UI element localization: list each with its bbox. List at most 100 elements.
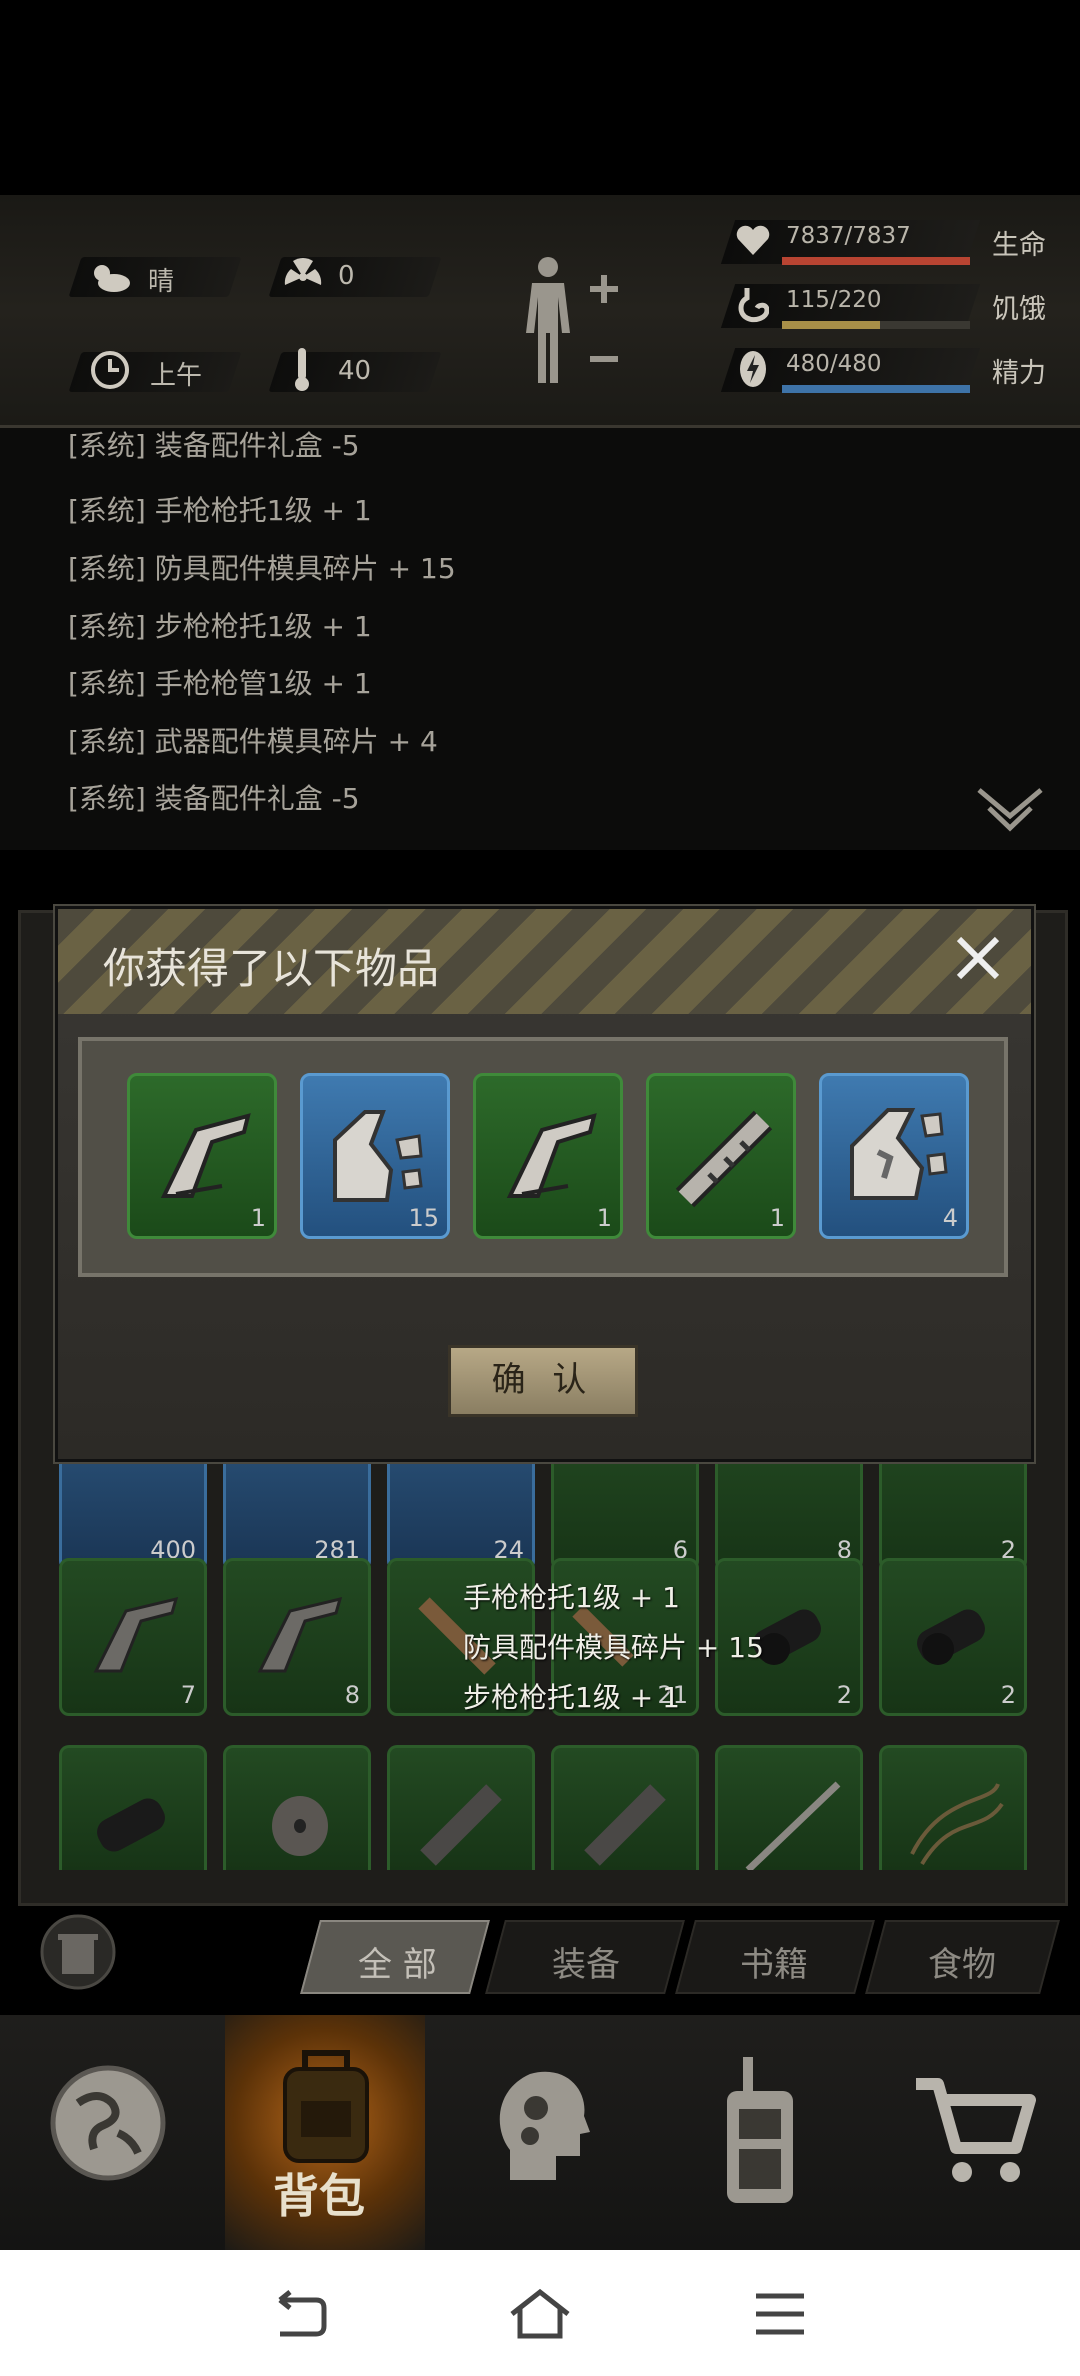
toast-line: 防具配件模具碎片 + 15 <box>463 1631 764 1664</box>
item-count: 2 <box>1000 1681 1016 1709</box>
temperature-value: 40 <box>338 356 372 386</box>
body-status-icon[interactable] <box>518 253 628 393</box>
item-count: 1 <box>250 1204 266 1232</box>
bottom-nav: 背包 <box>0 2015 1080 2250</box>
expand-log-icon[interactable] <box>975 786 1045 836</box>
hunger-label: 饥饿 <box>992 294 1046 325</box>
weapon-fragment-icon <box>850 1108 948 1200</box>
stock-icon <box>257 1596 343 1673</box>
armor-fragment-icon <box>333 1110 423 1202</box>
energy-fill <box>782 385 970 393</box>
barrel-icon <box>584 1784 666 1866</box>
globe-icon <box>50 2065 166 2181</box>
item-count: 2 <box>836 1681 852 1709</box>
inventory-slot[interactable] <box>715 1745 863 1873</box>
health-track <box>782 257 970 265</box>
tab-books-label: 书籍 <box>740 1945 808 1985</box>
item-count: 1 <box>596 1204 612 1232</box>
item-count: 8 <box>344 1681 360 1709</box>
hunger-track <box>782 321 970 329</box>
home-icon[interactable] <box>508 2288 572 2340</box>
nav-shop[interactable] <box>865 2015 1080 2250</box>
item-count: 1 <box>769 1204 785 1232</box>
reward-item[interactable]: 4 <box>819 1073 969 1239</box>
tab-equipment-label: 装备 <box>552 1945 620 1985</box>
log-line: [系统] 防具配件模具碎片 + 15 <box>68 552 456 585</box>
item-count: 4 <box>942 1204 958 1232</box>
barrel-icon <box>420 1784 502 1866</box>
modal-backdrop <box>0 850 1080 906</box>
toast-line: 步枪枪托1级 + 1 <box>463 1681 680 1714</box>
rod-icon <box>745 1781 841 1873</box>
nav-skills[interactable] <box>425 2015 655 2250</box>
scope-icon <box>917 1609 985 1665</box>
log-line: [系统] 手枪枪托1级 + 1 <box>68 494 372 527</box>
tab-food-label: 食物 <box>928 1945 996 1985</box>
reward-item[interactable]: 1 <box>127 1073 277 1239</box>
nav-backpack[interactable]: 背包 <box>225 2015 425 2250</box>
clock-icon <box>91 351 129 389</box>
toast-line: 手枪枪托1级 + 1 <box>463 1581 680 1614</box>
system-nav-bar <box>0 2250 1080 2376</box>
log-line: [系统] 步枪枪托1级 + 1 <box>68 610 372 643</box>
message-log[interactable]: [系统] 装备配件礼盒 -5 [系统] 手枪枪托1级 + 1 [系统] 防具配件… <box>0 428 1080 850</box>
reward-item[interactable]: 15 <box>300 1073 450 1239</box>
trash-icon[interactable] <box>38 1912 118 1992</box>
inventory-slot[interactable] <box>59 1745 207 1870</box>
energy-label: 精力 <box>992 358 1046 389</box>
hunger-fill <box>782 321 880 329</box>
inventory-slot[interactable] <box>551 1745 699 1870</box>
inventory-slot[interactable] <box>223 1745 371 1870</box>
backpack-icon <box>283 2050 369 2163</box>
back-icon[interactable] <box>272 2290 328 2340</box>
rope-icon <box>910 1783 1004 1866</box>
reward-item[interactable]: 1 <box>473 1073 623 1239</box>
stock-icon <box>506 1113 597 1198</box>
disc-icon <box>272 1796 328 1856</box>
walkie-talkie-icon <box>727 2057 793 2203</box>
scope-icon <box>97 1798 165 1852</box>
health-fill <box>782 257 970 265</box>
stock-icon <box>160 1113 251 1198</box>
reward-items-panel: 1 15 1 1 4 <box>78 1037 1008 1277</box>
menu-icon[interactable] <box>752 2290 808 2338</box>
inventory-slot[interactable]: 7 <box>59 1558 207 1716</box>
inventory-slot[interactable] <box>387 1745 535 1870</box>
weather-icon <box>94 265 130 292</box>
item-count: 7 <box>180 1681 196 1709</box>
nav-world[interactable] <box>0 2015 225 2250</box>
stock-icon <box>93 1596 179 1673</box>
confirm-button[interactable]: 确 认 <box>448 1345 638 1417</box>
nav-backpack-label: 背包 <box>273 2169 365 2223</box>
energy-icon <box>740 351 766 387</box>
close-icon[interactable] <box>953 933 1003 983</box>
log-line: [系统] 武器配件模具碎片 + 4 <box>68 725 438 758</box>
log-line: [系统] 手枪枪管1级 + 1 <box>68 667 372 700</box>
reward-dialog: 你获得了以下物品 1 15 1 1 4 确 认 <box>55 906 1034 1462</box>
nav-radio[interactable] <box>655 2015 865 2250</box>
thermometer-icon <box>295 348 309 391</box>
radiation-value: 0 <box>338 261 355 291</box>
heart-icon <box>736 225 770 255</box>
energy-track <box>782 385 970 393</box>
barrel-icon <box>675 1110 773 1208</box>
dialog-title: 你获得了以下物品 <box>103 944 440 993</box>
reward-item[interactable]: 1 <box>646 1073 796 1239</box>
grid-bottom-edge <box>21 1870 1065 1903</box>
energy-value: 480/480 <box>786 351 882 377</box>
status-header: 晴 0 上午 40 7837/7837 生命 115/220 饥饿 480/48… <box>0 195 1080 428</box>
log-line: [系统] 装备配件礼盒 -5 <box>68 782 360 815</box>
head-gear-icon <box>499 2071 590 2180</box>
weather-text: 晴 <box>148 267 175 297</box>
item-count: 15 <box>408 1204 439 1232</box>
inventory-slot[interactable] <box>879 1745 1027 1870</box>
health-label: 生命 <box>992 230 1046 261</box>
cart-icon <box>916 2078 1036 2182</box>
stomach-icon <box>738 288 769 323</box>
inventory-slot[interactable]: 8 <box>223 1558 371 1716</box>
tab-all-label: 全 部 <box>358 1945 437 1985</box>
inventory-slot[interactable]: 2 <box>879 1558 1027 1716</box>
log-line: [系统] 装备配件礼盒 -5 <box>68 429 360 462</box>
health-value: 7837/7837 <box>786 223 911 249</box>
radiation-icon <box>284 257 322 285</box>
